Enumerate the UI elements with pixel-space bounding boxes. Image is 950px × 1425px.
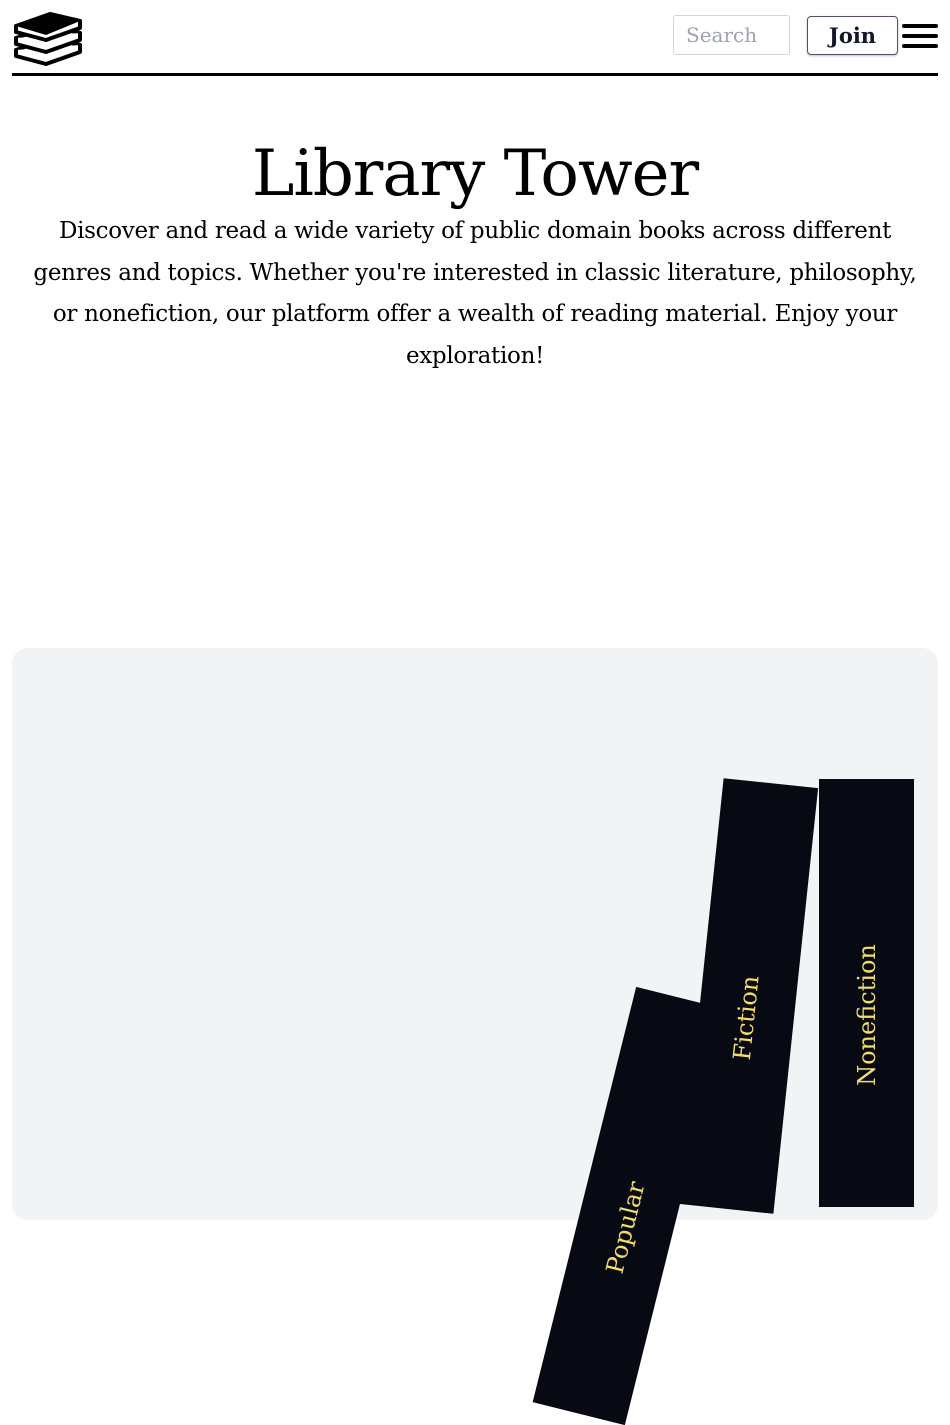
join-button[interactable]: Join bbox=[807, 16, 898, 55]
book-stack-icon[interactable] bbox=[12, 6, 84, 66]
page-title: Library Tower bbox=[251, 137, 699, 211]
site-header: Join bbox=[12, 0, 938, 76]
book-label: Popular bbox=[600, 1178, 651, 1277]
book-label: Nonefiction bbox=[852, 944, 881, 1086]
book-fiction[interactable]: Fiction bbox=[678, 778, 819, 1214]
hamburger-menu-icon[interactable] bbox=[902, 22, 940, 50]
book-shelf: Popular Fiction Nonefiction bbox=[12, 648, 938, 1425]
search-input[interactable] bbox=[673, 15, 790, 55]
intro-text: Discover and read a wide variety of publ… bbox=[33, 218, 917, 369]
book-nonfiction[interactable]: Nonefiction bbox=[819, 779, 914, 1207]
book-label: Fiction bbox=[727, 974, 765, 1062]
